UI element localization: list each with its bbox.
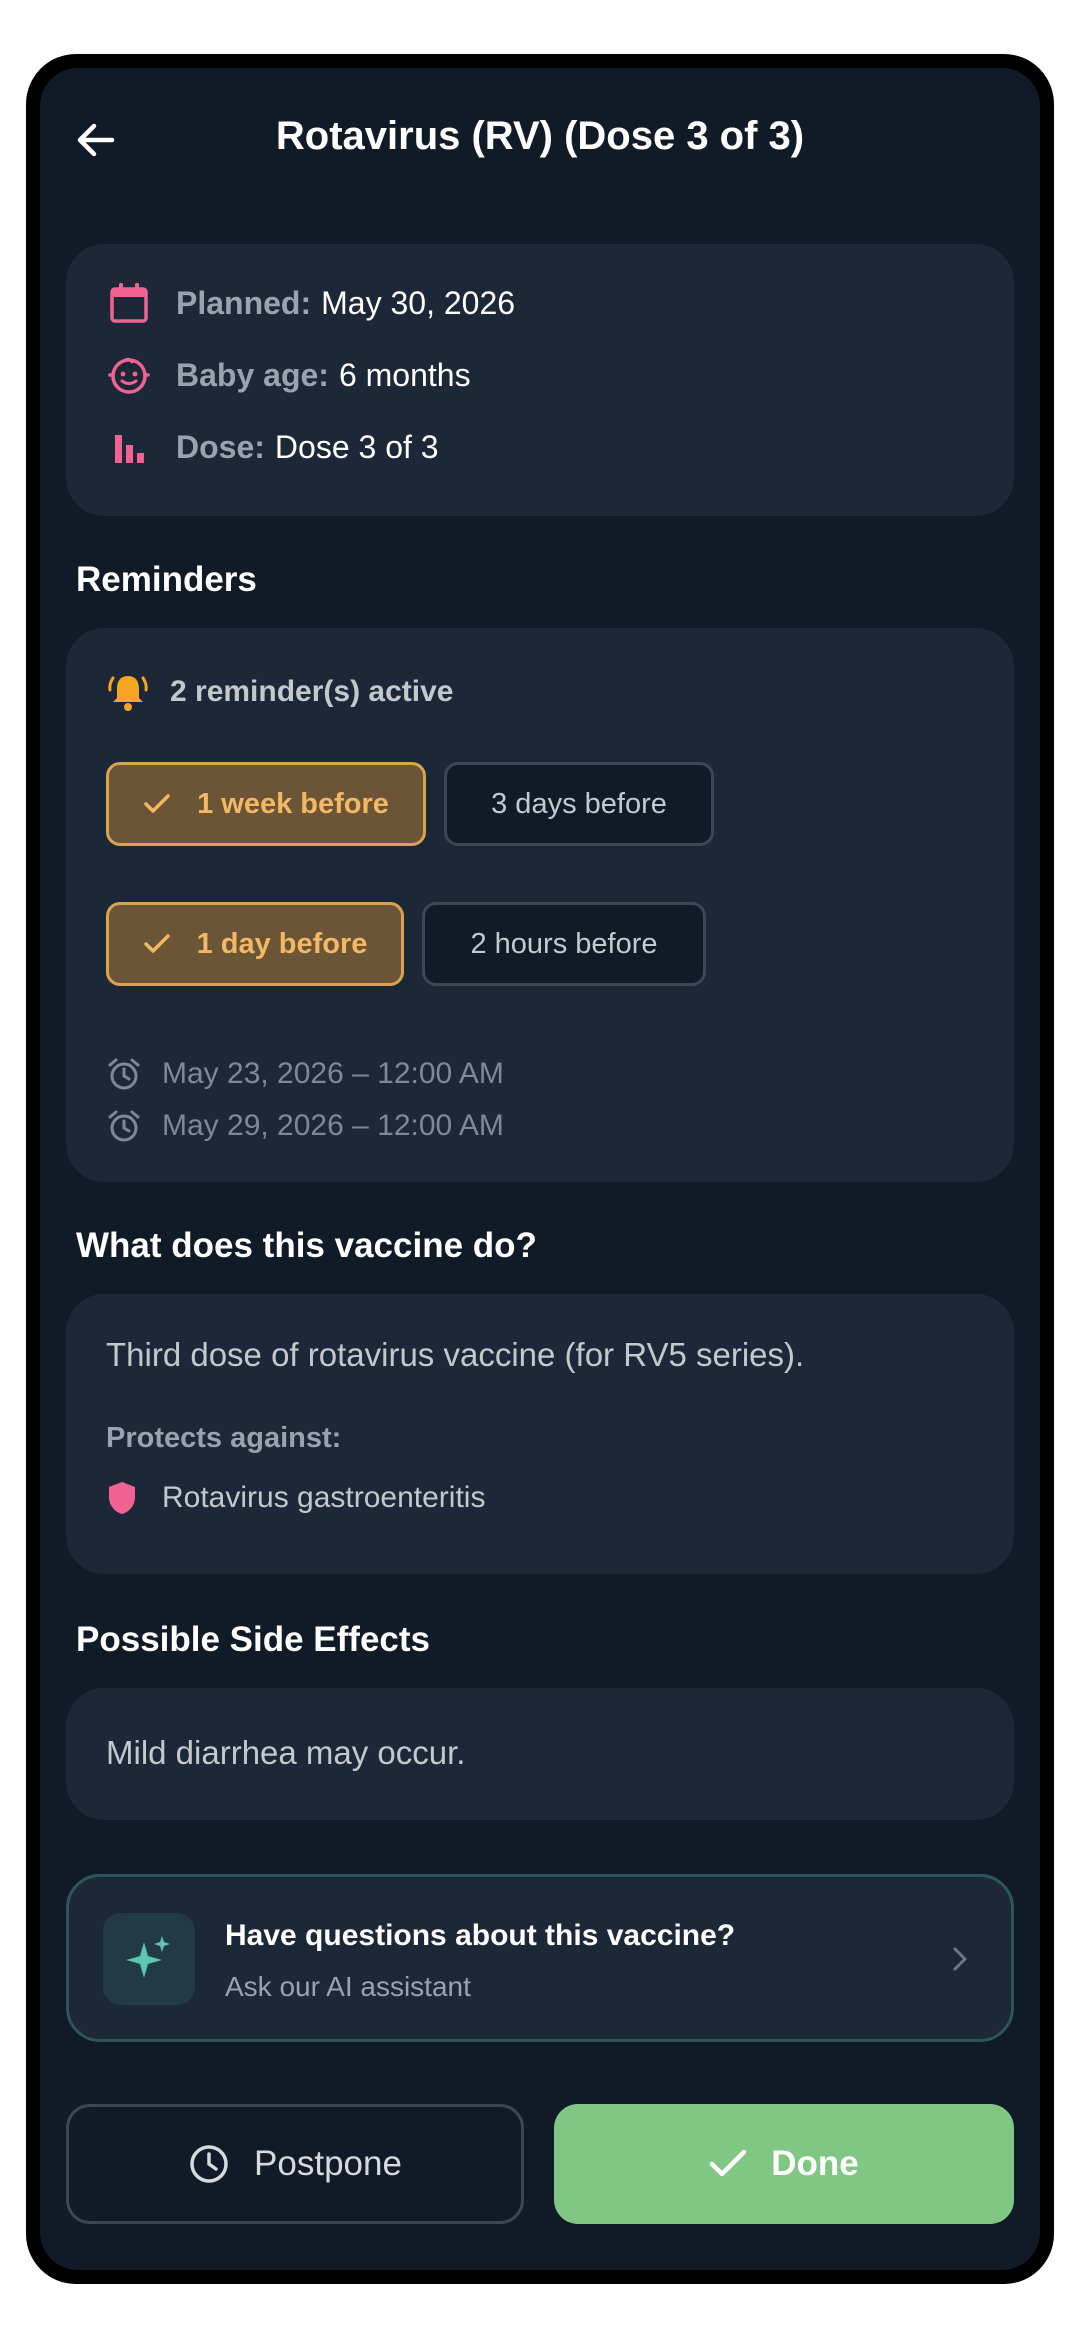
- chip-3-days-before[interactable]: 3 days before: [444, 762, 714, 846]
- ai-assistant-title: Have questions about this vaccine?: [225, 1919, 736, 1952]
- scheduled-reminder-text: May 29, 2026 – 12:00 AM: [162, 1109, 504, 1142]
- done-button[interactable]: Done: [554, 2104, 1014, 2224]
- reminder-status: 2 reminder(s) active: [106, 670, 453, 714]
- chip-label: 1 day before: [196, 927, 368, 960]
- chip-label: 2 hours before: [470, 927, 658, 960]
- chip-label: 1 week before: [197, 787, 389, 820]
- planned-value: May 30, 2026: [321, 284, 516, 321]
- chip-2-hours-before[interactable]: 2 hours before: [422, 902, 706, 986]
- side-effects-title: Possible Side Effects: [76, 1620, 431, 1659]
- dose-value: Dose 3 of 3: [274, 428, 439, 465]
- protects-item: Rotavirus gastroenteritis: [106, 1480, 485, 1516]
- scheduled-reminder-text: May 23, 2026 – 12:00 AM: [162, 1057, 504, 1090]
- check-icon: [143, 793, 171, 815]
- dose-row: Dose: Dose 3 of 3: [106, 422, 439, 472]
- baby-age-label: Baby age:: [176, 356, 329, 393]
- side-effects-text: Mild diarrhea may occur.: [106, 1734, 466, 1771]
- vaccine-description: Third dose of rotavirus vaccine (for RV5…: [106, 1336, 805, 1373]
- alarm-clock-icon: [106, 1108, 142, 1144]
- side-effects-card: Mild diarrhea may occur.: [66, 1688, 1014, 1820]
- scheduled-reminder: May 23, 2026 – 12:00 AM: [106, 1056, 504, 1092]
- done-label: Done: [771, 2144, 859, 2183]
- sparkle-icon: [103, 1913, 195, 2005]
- check-icon: [143, 933, 171, 955]
- screen: Rotavirus (RV) (Dose 3 of 3) Planned: Ma…: [40, 68, 1040, 2270]
- ai-assistant-subtitle: Ask our AI assistant: [225, 1971, 471, 2002]
- device-frame: Rotavirus (RV) (Dose 3 of 3) Planned: Ma…: [26, 54, 1054, 2284]
- vaccine-info-card: Third dose of rotavirus vaccine (for RV5…: [66, 1294, 1014, 1574]
- baby-age-row: Baby age: 6 months: [106, 350, 471, 400]
- ai-assistant-card[interactable]: Have questions about this vaccine? Ask o…: [66, 1874, 1014, 2042]
- dose-label: Dose:: [176, 428, 265, 465]
- protects-item-text: Rotavirus gastroenteritis: [162, 1481, 486, 1514]
- chip-1-week-before[interactable]: 1 week before: [106, 762, 426, 846]
- check-icon: [709, 2149, 747, 2179]
- calendar-icon: [106, 280, 152, 326]
- clock-icon: [188, 2143, 230, 2185]
- chip-1-day-before[interactable]: 1 day before: [106, 902, 404, 986]
- bell-icon: [106, 670, 150, 714]
- scheduled-reminder: May 29, 2026 – 12:00 AM: [106, 1108, 504, 1144]
- planned-row: Planned: May 30, 2026: [106, 278, 515, 328]
- chip-label: 3 days before: [491, 787, 667, 820]
- baby-face-icon: [106, 352, 152, 398]
- postpone-label: Postpone: [254, 2144, 402, 2183]
- reminders-card: 2 reminder(s) active 1 week before 3 day…: [66, 628, 1014, 1182]
- chevron-right-icon: [943, 1943, 975, 1975]
- shield-icon: [106, 1480, 138, 1516]
- page-title: Rotavirus (RV) (Dose 3 of 3): [275, 114, 805, 158]
- alarm-clock-icon: [106, 1056, 142, 1092]
- protects-label: Protects against:: [106, 1422, 342, 1454]
- planned-label: Planned:: [176, 284, 312, 321]
- baby-age-value: 6 months: [338, 356, 471, 393]
- reminders-title: Reminders: [76, 560, 257, 599]
- bar-chart-icon: [106, 424, 152, 470]
- vaccine-info-title: What does this vaccine do?: [76, 1226, 537, 1265]
- info-card: Planned: May 30, 2026 Baby age: 6 months: [66, 244, 1014, 516]
- top-app-bar: Rotavirus (RV) (Dose 3 of 3): [40, 68, 1040, 208]
- postpone-button[interactable]: Postpone: [66, 2104, 524, 2224]
- reminder-status-text: 2 reminder(s) active: [170, 675, 454, 708]
